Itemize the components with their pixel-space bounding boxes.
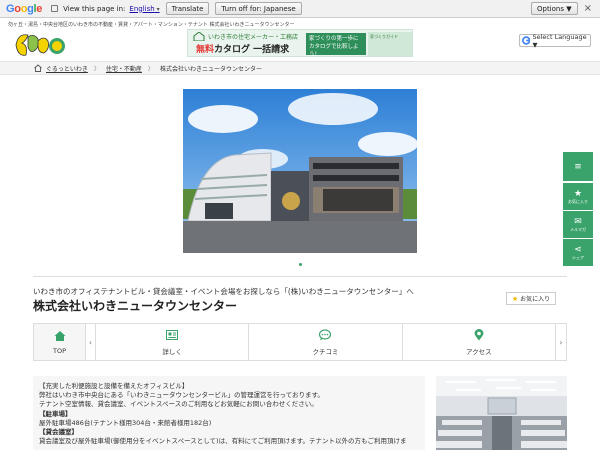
favorite-label: お気に入り	[520, 296, 551, 303]
slider-indicator[interactable]	[299, 263, 302, 266]
menu-button[interactable]: ≡	[563, 152, 593, 182]
tab-reviews[interactable]: クチコミ	[249, 324, 403, 360]
banner-free: 無料	[196, 45, 215, 55]
favorite-button[interactable]: ★ お気に入り	[506, 292, 556, 305]
tab-access[interactable]: アクセス	[403, 324, 556, 360]
tab-next-arrow[interactable]: ›	[556, 324, 566, 360]
tab-prev-arrow[interactable]: ‹	[86, 324, 96, 360]
breadcrumb: ぐるっといわき 〉 住宅・不動産 〉 株式会社いわきニュータウンセンター	[0, 61, 600, 75]
tab-top[interactable]: TOP	[34, 324, 86, 360]
description-line: 屋外駐車場486台(テナント様用304台・来館者様用182台)	[39, 418, 212, 427]
home-icon[interactable]	[34, 64, 42, 72]
star-icon: ★	[511, 294, 519, 303]
catalog-banner[interactable]: いわき市の住宅メーカー・工務店 無料カタログ 一括請求 家づくりの第一歩に カタ…	[187, 29, 413, 58]
side-mail-button[interactable]: ✉ メルマガ	[563, 211, 593, 239]
language-select-label: Select Language ▼	[532, 32, 587, 49]
hamburger-icon: ≡	[574, 161, 582, 172]
breadcrumb-current: 株式会社いわきニュータウンセンター	[159, 65, 262, 73]
lock-icon	[51, 5, 59, 12]
google-logo: Google	[6, 2, 43, 15]
meeting-room-photo	[436, 376, 567, 450]
breadcrumb-separator: 〉	[93, 65, 100, 73]
tab-access-label: アクセス	[465, 347, 492, 356]
description-line: 貸会議室及び屋外駐車場(御使用分をイベントスペースとして)は、有料にてご利用頂け…	[39, 437, 407, 446]
side-favorite-button[interactable]: ★ お気に入り	[563, 183, 593, 211]
banner-title: 無料カタログ 一括請求	[196, 42, 289, 55]
star-icon: ★	[573, 188, 583, 199]
banner-title-text: カタログ 一括請求	[214, 45, 290, 55]
breadcrumb-home[interactable]: ぐるっといわき	[46, 64, 88, 73]
description-heading: 【貸会議室】	[39, 428, 78, 437]
chat-bubble-icon	[319, 328, 332, 340]
share-icon: ⋖	[574, 244, 582, 255]
side-favorite-label: お気に入り	[568, 198, 588, 204]
side-nav: ≡ ★ お気に入り ✉ メルマガ ⋖ シェア	[563, 152, 593, 267]
options-button[interactable]: Options ▼	[530, 2, 578, 15]
google-g-icon	[522, 36, 531, 45]
tab-details[interactable]: 詳しく	[96, 324, 250, 360]
page-title: 株式会社いわきニュータウンセンター	[33, 299, 238, 313]
description-line: テナント空室情報、貸会議室、イベントスペースのご利用などお気軽にお問い合わせくだ…	[39, 400, 318, 409]
side-mail-label: メルマガ	[570, 226, 586, 232]
description-box: 【充実した利便施設と設備を備えたオフィスビル】 弊社はいわき市中央台にある「いわ…	[33, 376, 425, 450]
divider	[33, 276, 567, 277]
banner-subtitle: いわき市の住宅メーカー・工務店	[208, 34, 299, 41]
building-photo	[183, 89, 417, 253]
translate-bar: Google View this page in: English Transl…	[0, 0, 600, 18]
page-tabs: TOP ‹ 詳しく クチコミ アクセス ›	[33, 323, 567, 361]
side-share-label: シェア	[572, 254, 584, 260]
translate-button[interactable]: Translate	[165, 2, 210, 15]
document-icon	[166, 329, 179, 340]
turn-off-button[interactable]: Turn off for: Japanese	[215, 2, 302, 15]
tab-reviews-label: クチコミ	[312, 347, 339, 356]
description-line: 【充実した利便施設と設備を備えたオフィスビル】	[39, 382, 189, 390]
translate-prompt: View this page in:	[63, 4, 126, 13]
site-logo[interactable]	[14, 31, 70, 59]
language-dropdown[interactable]: English	[129, 5, 159, 13]
site-header: いわき市の住宅メーカー・工務店 無料カタログ 一括請求 家づくりの第一歩に カタ…	[0, 27, 600, 61]
map-pin-icon	[474, 328, 484, 340]
side-share-button[interactable]: ⋖ シェア	[563, 239, 593, 267]
tab-top-label: TOP	[52, 346, 66, 355]
tab-details-label: 詳しく	[162, 347, 182, 356]
close-icon[interactable]: ×	[584, 3, 592, 14]
house-icon	[193, 32, 205, 41]
breadcrumb-category[interactable]: 住宅・不動産	[106, 64, 142, 73]
breadcrumb-separator: 〉	[147, 65, 154, 73]
language-select[interactable]: Select Language ▼	[519, 32, 591, 49]
banner-side: 家づくりガイド	[368, 32, 412, 56]
home-icon	[54, 330, 65, 341]
catchphrase: いわき市のオフィステナントビル・貸会議室・イベント会場をお探しなら「(株)いわき…	[33, 287, 414, 296]
mail-icon: ✉	[574, 216, 582, 227]
description-heading: 【駐車場】	[39, 409, 72, 418]
banner-callout: 家づくりの第一歩に カタログで比較しよう！	[306, 33, 366, 58]
